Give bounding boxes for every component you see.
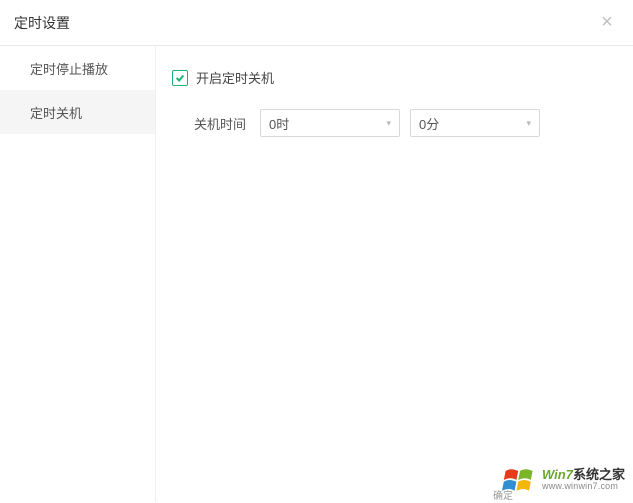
- sidebar-item-shutdown[interactable]: 定时关机: [0, 90, 155, 134]
- chevron-down-icon: ▾: [526, 118, 531, 129]
- sidebar: 定时停止播放 定时关机: [0, 46, 155, 502]
- close-button[interactable]: ×: [595, 11, 619, 35]
- dialog-header: 定时设置 ×: [0, 0, 633, 46]
- sidebar-item-label: 定时停止播放: [30, 59, 108, 78]
- sidebar-item-label: 定时关机: [30, 103, 82, 122]
- close-icon: ×: [601, 11, 613, 34]
- hour-value: 0时: [269, 114, 289, 133]
- enable-label: 开启定时关机: [196, 68, 274, 87]
- check-icon: [175, 73, 185, 83]
- enable-checkbox[interactable]: [172, 70, 188, 86]
- time-label: 关机时间: [194, 114, 246, 133]
- hour-select[interactable]: 0时 ▾: [260, 109, 400, 137]
- dialog-body: 定时停止播放 定时关机 开启定时关机 关机时间 0时 ▾ 0分 ▾: [0, 46, 633, 502]
- minute-value: 0分: [419, 114, 439, 133]
- enable-row: 开启定时关机: [172, 68, 617, 87]
- minute-select[interactable]: 0分 ▾: [410, 109, 540, 137]
- footer-right-text: 确定: [493, 487, 513, 502]
- dialog-title: 定时设置: [14, 13, 70, 33]
- time-row: 关机时间 0时 ▾ 0分 ▾: [172, 109, 617, 137]
- sidebar-item-stop-playback[interactable]: 定时停止播放: [0, 46, 155, 90]
- chevron-down-icon: ▾: [386, 118, 391, 129]
- content-panel: 开启定时关机 关机时间 0时 ▾ 0分 ▾: [155, 46, 633, 502]
